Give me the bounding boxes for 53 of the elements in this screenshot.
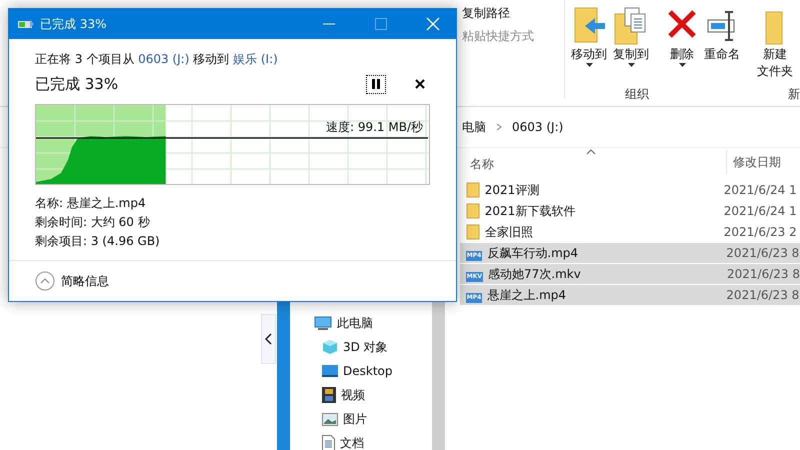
detail-text: 剩余项目: 3 (4.96 GB): [35, 233, 161, 250]
caret-icon: [628, 63, 634, 67]
ribbon-button[interactable]: 复制到: [611, 0, 651, 67]
monitor-icon: [314, 316, 332, 330]
nav-item[interactable]: 此电脑: [314, 311, 392, 335]
film-icon: [322, 387, 336, 403]
nav-item[interactable]: 3D 对象: [314, 335, 392, 359]
sort-caret-icon: [586, 149, 596, 155]
progress-heading: 已完成 33%: [35, 74, 120, 94]
breadcrumb-item[interactable]: 电脑: [462, 118, 486, 136]
cube-icon: [322, 339, 338, 355]
details-toggle[interactable]: 简略信息: [35, 271, 109, 291]
window-title: 已完成 33%: [40, 16, 108, 32]
nav-item[interactable]: Desktop: [314, 359, 392, 383]
ribbon-command[interactable]: 复制路径: [462, 5, 560, 22]
drive-icon: [18, 19, 34, 29]
speed-label: 速度: 99.1 MB/秒: [326, 119, 423, 136]
nav-item[interactable]: 文档: [314, 431, 392, 450]
ribbon-button[interactable]: 新建 文件夹: [755, 0, 795, 80]
file-row[interactable]: 2021评测 2021/6/24 1: [460, 180, 800, 200]
image-icon: [322, 412, 338, 426]
close-icon: [426, 17, 440, 31]
breadcrumb-item[interactable]: 0603 (J:): [512, 120, 564, 134]
collapse-button[interactable]: [261, 314, 276, 364]
file-row[interactable]: 2021新下载软件 2021/6/24 1: [460, 201, 800, 221]
folder-icon: [466, 224, 480, 240]
move-description: 正在将 3 个项目从 0603 (J:) 移动到 娱乐 (I:): [35, 51, 279, 68]
pause-button[interactable]: [366, 74, 386, 94]
chevron-icon: [496, 123, 502, 131]
ribbon-button[interactable]: 移动到: [569, 0, 609, 67]
detail-text: 剩余时间: 大约 60 秒: [35, 214, 151, 231]
column-header[interactable]: 名称: [470, 156, 494, 173]
source-link[interactable]: 0603 (J:): [138, 52, 190, 66]
ribbon-button[interactable]: 重命名: [702, 0, 742, 63]
caret-icon: [678, 63, 686, 67]
ribbon-button[interactable]: 删除: [664, 0, 700, 67]
caret-icon: [586, 63, 592, 67]
collapse-icon: [35, 271, 55, 291]
column-header[interactable]: 修改日期: [726, 150, 781, 174]
pause-icon: [372, 79, 380, 89]
close-icon: [415, 79, 425, 89]
desktop-icon: [322, 364, 338, 378]
file-row[interactable]: 全家旧照 2021/6/23 2: [460, 222, 800, 242]
folder-icon: [466, 182, 480, 198]
nav-item[interactable]: 视频: [314, 383, 392, 407]
folder-icon: [466, 203, 480, 219]
group-label: 组织: [625, 86, 649, 103]
maximize-icon: [375, 18, 387, 30]
nav-item[interactable]: 图片: [314, 407, 392, 431]
chevron-icon: [265, 333, 272, 345]
group-label: 新: [788, 86, 800, 103]
destination-link[interactable]: 娱乐 (I:): [233, 52, 278, 66]
detail-text: 名称: 悬崖之上.mp4: [35, 195, 147, 212]
